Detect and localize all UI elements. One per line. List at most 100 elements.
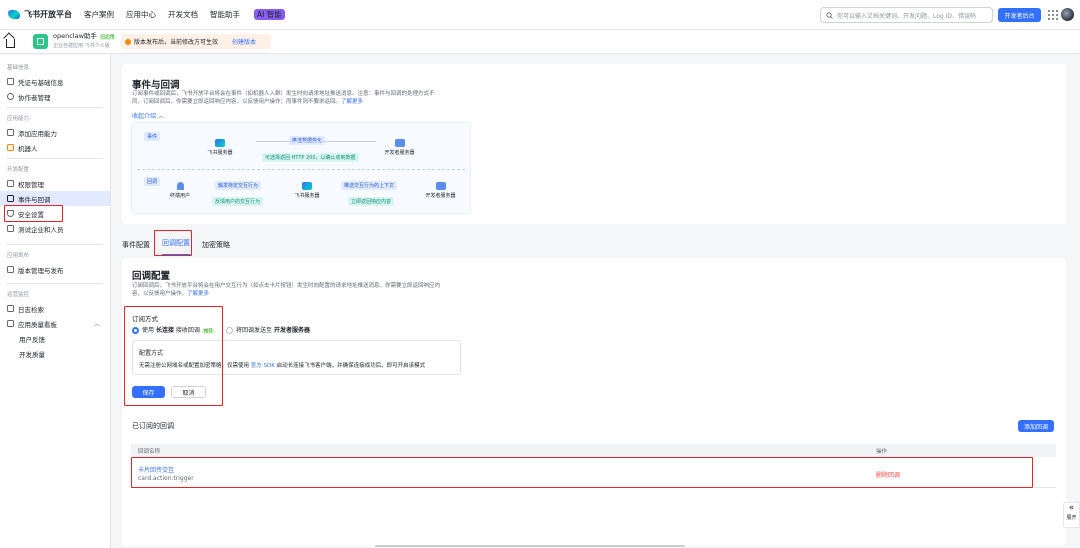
horizontal-scrollbar[interactable]: [375, 545, 685, 547]
official-sdk-link[interactable]: 官方 SDK: [251, 363, 275, 369]
sidebar-item-label: 机器人: [18, 144, 38, 153]
tab-event-config[interactable]: 事件配置: [122, 240, 150, 256]
sidebar-item-collaborators[interactable]: 协作者管理: [0, 89, 110, 104]
sidebar-item-label: 事件与回调: [18, 195, 51, 204]
sidebar-item-label: 日志检索: [18, 305, 44, 314]
sidebar-group-monitoring: 运营监控: [7, 292, 30, 298]
app-icon: [33, 34, 48, 49]
home-icon[interactable]: [6, 38, 15, 48]
server-icon: [435, 182, 446, 190]
callback-desc-line2: 容，以反馈用户操作。: [132, 291, 188, 297]
search-icon: [826, 11, 833, 19]
callback-config-card: 回调配置 订阅回调后，飞书开放平台将会在用户交互行为（如点击卡片按钮）发生时向配…: [122, 258, 1066, 546]
ai-badge: AI 智能: [254, 9, 285, 20]
add-callback-button[interactable]: 添加回调: [1018, 420, 1054, 432]
server-icon: [394, 139, 405, 147]
feishu-server-node-callback: 飞书服务器: [287, 182, 327, 199]
test-icon: [7, 225, 14, 232]
nav-app-center[interactable]: 应用中心: [126, 9, 156, 20]
learn-more-link[interactable]: 了解更多: [341, 99, 363, 105]
log-icon: [7, 305, 14, 312]
dev-console-button[interactable]: 开发者后台: [998, 8, 1041, 22]
sidebar-item-label: 测试企业和人员: [18, 225, 64, 234]
intro-desc-line1: 订阅事件或回调后，飞书开放平台将会在事件（如机器人入群）发生时向请求地址推送消息…: [132, 91, 435, 97]
ack-200-label: 可选择返回 HTTP 200，以确认收到数据: [262, 153, 359, 162]
callback-tag: 回调: [144, 177, 161, 186]
dev-server-node-event: 开发者服务器: [377, 139, 422, 156]
sidebar-item-label: 凭证与基础信息: [18, 78, 64, 87]
sidebar: 基础信息 凭证与基础信息 协作者管理 应用能力 添加应用能力 机器人 开发配置 …: [0, 55, 111, 548]
sidebar-item-bot[interactable]: 机器人: [0, 140, 110, 155]
sidebar-item-test-tenants[interactable]: 测试企业和人员: [0, 221, 110, 236]
sidebar-item-log-search[interactable]: 日志检索: [0, 301, 110, 316]
nav-ai-assistant[interactable]: 智能助手 AI 智能: [210, 9, 297, 20]
nav-customer-cases[interactable]: 客户案例: [84, 9, 114, 20]
app-bar: openclaw助手 已启用 企业自建应用·飞书个人版 版本发布后，当前修改方可生…: [0, 30, 1080, 54]
chevron-up-icon[interactable]: ︿: [94, 319, 100, 328]
sidebar-item-add-capability[interactable]: 添加应用能力: [0, 125, 110, 140]
sidebar-item-user-feedback[interactable]: 用户反馈: [0, 331, 110, 346]
sidebar-item-permissions[interactable]: 权限管理: [0, 176, 110, 191]
dev-server-node-callback: 开发者服务器: [418, 182, 463, 199]
sidebar-item-credentials[interactable]: 凭证与基础信息: [0, 74, 110, 89]
col-action: 操作: [876, 449, 888, 455]
col-callback-name: 回调名称: [138, 449, 161, 455]
sidebar-item-version-release[interactable]: 版本管理与发布: [0, 262, 110, 277]
intro-desc-line2: 同，订阅回调后，你需要立即返回响应内容，以反馈用户操作；而事件则不要求返回。: [132, 99, 342, 105]
radio-unselected-icon[interactable]: [226, 327, 233, 334]
app-name[interactable]: openclaw助手: [53, 32, 97, 40]
subscribed-callbacks-title: 已订阅的回调: [132, 422, 174, 430]
user-avatar[interactable]: [1061, 8, 1074, 21]
event-tag: 事件: [144, 132, 161, 141]
chevron-up-icon: ︿: [157, 113, 164, 120]
add-capability-icon: [7, 129, 14, 136]
arrow-right: [256, 141, 376, 142]
expand-panel-button[interactable]: « 展开: [1063, 502, 1080, 528]
page-title: 事件与回调: [132, 80, 180, 91]
highlight-callback-row: [131, 457, 1033, 488]
sidebar-item-events-callbacks[interactable]: 事件与回调: [0, 191, 110, 206]
search-placeholder: 你可以输入文档关键词、开发问题、Log ID、错误码: [837, 12, 977, 20]
create-version-link[interactable]: 创建版本: [232, 37, 256, 46]
feishu-server-label: 飞书服务器: [294, 193, 320, 199]
divider: [7, 158, 103, 159]
nav-dev-docs[interactable]: 开发文档: [168, 9, 198, 20]
double-chevron-left-icon: «: [1068, 503, 1075, 513]
feishu-cloud-icon: [302, 182, 312, 190]
return-response-label: 立即返回响应内容: [348, 197, 395, 206]
push-context-label: 推送交互行为的上下文: [341, 181, 398, 190]
divider: [7, 283, 103, 284]
sidebar-group-basic: 基础信息: [7, 65, 30, 71]
highlight-callback-tab: [154, 230, 192, 256]
release-icon: [7, 266, 14, 273]
lark-logo-icon: [8, 10, 20, 19]
divider: [7, 107, 103, 108]
publish-notice: 版本发布后，当前修改方可生效 创建版本: [121, 34, 271, 49]
apps-grid-icon[interactable]: [1048, 10, 1058, 20]
feishu-server-label: 飞书服务器: [207, 150, 233, 156]
end-user-node: 终端用户: [162, 182, 198, 199]
tab-encryption[interactable]: 加密策略: [202, 240, 230, 256]
user-icon: [7, 93, 14, 100]
learn-more-link[interactable]: 了解更多: [187, 291, 209, 297]
option-http-strong: 开发者服务器: [273, 327, 310, 334]
user-icon: [176, 182, 184, 190]
collapse-intro-link[interactable]: 收起介绍 ︿: [132, 111, 164, 120]
option-dev-server[interactable]: 将回调发送至 开发者服务器: [226, 325, 310, 334]
highlight-subscribe-mode: [124, 306, 223, 406]
nav-ai-assistant-label: 智能助手: [210, 10, 240, 19]
expand-label: 展开: [1066, 515, 1077, 521]
option-http-prefix: 将回调发送至: [236, 327, 273, 334]
diagram-separator: [137, 169, 465, 170]
events-callbacks-diagram: 事件 飞书服务器 推送数据变化 可选择返回 HTTP 200，以确认收到数据 开…: [131, 122, 471, 214]
search-input[interactable]: 你可以输入文档关键词、开发问题、Log ID、错误码: [820, 7, 993, 23]
sidebar-item-quality-board[interactable]: 应用质量看板 ︿: [0, 316, 110, 331]
sidebar-item-dev-quality[interactable]: 开发质量: [0, 346, 110, 361]
sidebar-item-label: 权限管理: [18, 180, 44, 189]
credential-icon: [7, 78, 14, 85]
app-subtitle: 企业自建应用·飞书个人版: [53, 43, 110, 49]
end-user-label: 终端用户: [169, 193, 190, 199]
feedback-action-label: 反馈用户的交互行为: [212, 197, 264, 206]
permission-icon: [7, 180, 14, 187]
brand-logo[interactable]: 飞书开放平台: [8, 9, 84, 20]
